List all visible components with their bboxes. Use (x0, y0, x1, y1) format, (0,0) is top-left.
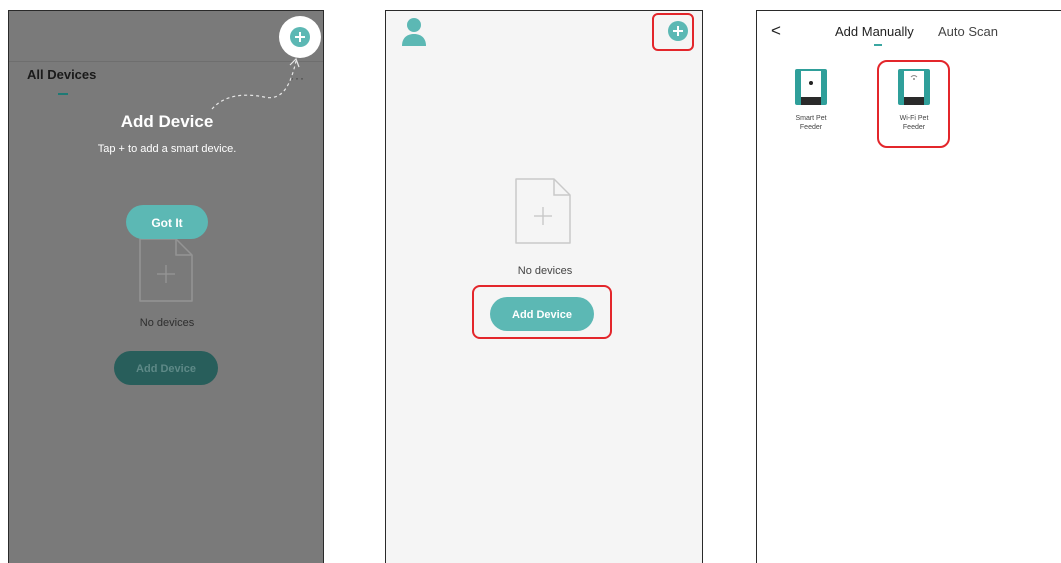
setup-guide: All Devices ··· Add Device Tap + to add … (0, 0, 1061, 563)
got-it-button[interactable]: Got It (126, 205, 208, 239)
highlight-box-add-device (472, 285, 612, 339)
guide-arrow-icon (211, 57, 300, 110)
device-label: Smart Pet Feeder (783, 114, 839, 132)
guide-subtitle: Tap + to add a smart device. (97, 143, 237, 155)
device-label-line2: Feeder (799, 124, 823, 131)
more-icon[interactable]: ··· (290, 71, 305, 85)
phone-screen-guide-overlay: All Devices ··· Add Device Tap + to add … (8, 10, 324, 563)
phone-screen-add-device: < Add Manually Auto Scan Smart Pet Feede… (756, 10, 1061, 563)
empty-state-text: No devices (139, 317, 195, 329)
highlight-box-device-card (877, 60, 950, 148)
tab-add-manually[interactable]: Add Manually (835, 24, 914, 39)
empty-document-icon (515, 178, 571, 244)
page-title: All Devices (27, 67, 97, 82)
back-icon[interactable]: < (771, 21, 781, 41)
guide-title: Add Device (120, 112, 214, 131)
device-card-smart-pet-feeder[interactable]: Smart Pet Feeder (783, 67, 839, 132)
tab-auto-scan[interactable]: Auto Scan (938, 24, 998, 39)
empty-state-text: No devices (517, 265, 573, 277)
active-tab-indicator (874, 44, 882, 46)
add-device-button[interactable]: Add Device (114, 351, 218, 385)
phone-screen-home: No devices Add Device (385, 10, 703, 563)
highlight-box-add-button (652, 13, 694, 51)
device-label-line1: Smart Pet (795, 115, 827, 122)
smart-pet-feeder-icon (795, 69, 827, 105)
plus-circle-icon (290, 27, 310, 47)
empty-document-icon (139, 238, 193, 302)
user-avatar-icon[interactable] (400, 17, 428, 47)
title-underline (58, 93, 68, 95)
